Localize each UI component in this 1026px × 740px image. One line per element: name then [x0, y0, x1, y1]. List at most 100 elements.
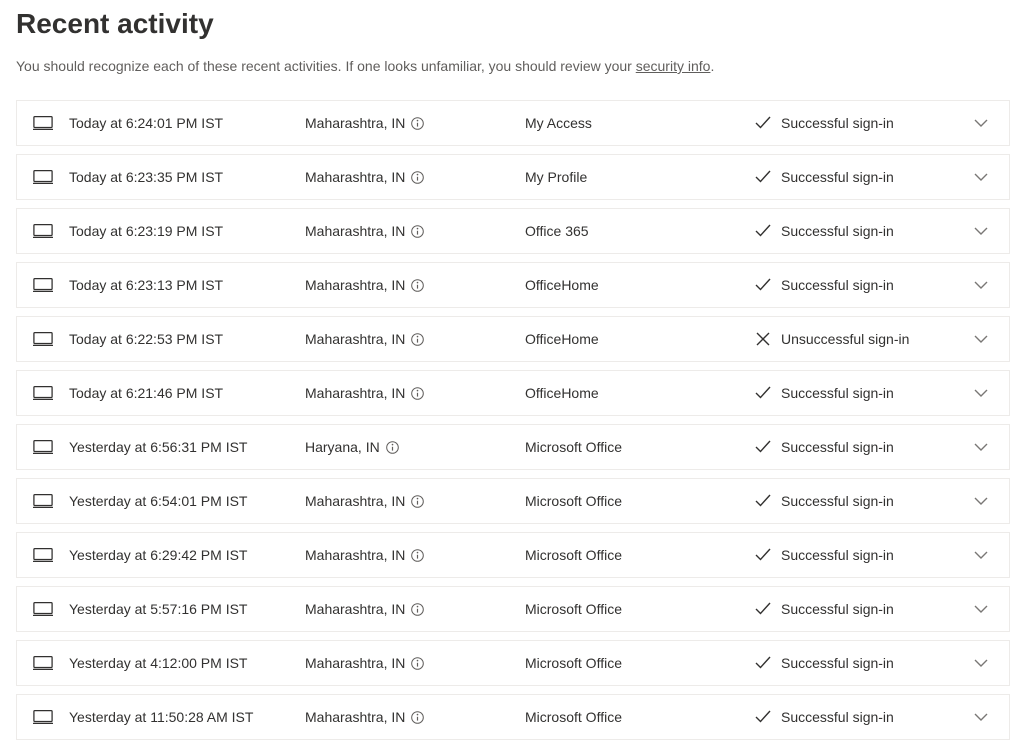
device-column: [33, 277, 69, 293]
activity-row[interactable]: Today at 6:24:01 PM ISTMaharashtra, INMy…: [16, 100, 1010, 146]
expand-toggle[interactable]: [969, 170, 993, 184]
activity-status: Successful sign-in: [755, 277, 969, 293]
activity-time: Yesterday at 11:50:28 AM IST: [69, 709, 305, 725]
activity-row[interactable]: Today at 6:21:46 PM ISTMaharashtra, INOf…: [16, 370, 1010, 416]
status-text: Successful sign-in: [781, 439, 894, 455]
activity-status: Successful sign-in: [755, 655, 969, 671]
status-text: Successful sign-in: [781, 601, 894, 617]
expand-toggle[interactable]: [969, 278, 993, 292]
activity-location: Maharashtra, IN: [305, 385, 525, 401]
info-icon[interactable]: [411, 603, 424, 616]
checkmark-icon: [755, 223, 771, 239]
chevron-down-icon: [974, 548, 988, 562]
device-column: [33, 385, 69, 401]
checkmark-icon: [755, 115, 771, 131]
activity-row[interactable]: Yesterday at 11:50:28 AM ISTMaharashtra,…: [16, 694, 1010, 740]
chevron-down-icon: [974, 710, 988, 724]
activity-status: Successful sign-in: [755, 223, 969, 239]
desktop-icon: [33, 655, 53, 671]
desktop-icon: [33, 439, 53, 455]
info-icon[interactable]: [411, 387, 424, 400]
activity-time: Today at 6:22:53 PM IST: [69, 331, 305, 347]
info-icon[interactable]: [411, 117, 424, 130]
expand-toggle[interactable]: [969, 332, 993, 346]
activity-app: Microsoft Office: [525, 601, 755, 617]
activity-row[interactable]: Today at 6:23:13 PM ISTMaharashtra, INOf…: [16, 262, 1010, 308]
status-text: Unsuccessful sign-in: [781, 331, 909, 347]
activity-time: Yesterday at 5:57:16 PM IST: [69, 601, 305, 617]
activity-row[interactable]: Yesterday at 4:12:00 PM ISTMaharashtra, …: [16, 640, 1010, 686]
expand-toggle[interactable]: [969, 494, 993, 508]
info-icon[interactable]: [411, 333, 424, 346]
status-text: Successful sign-in: [781, 169, 894, 185]
checkmark-icon: [755, 493, 771, 509]
activity-row[interactable]: Yesterday at 5:57:16 PM ISTMaharashtra, …: [16, 586, 1010, 632]
activity-app: OfficeHome: [525, 277, 755, 293]
desktop-icon: [33, 115, 53, 131]
expand-toggle[interactable]: [969, 548, 993, 562]
activity-row[interactable]: Yesterday at 6:29:42 PM ISTMaharashtra, …: [16, 532, 1010, 578]
desktop-icon: [33, 493, 53, 509]
activity-status: Successful sign-in: [755, 709, 969, 725]
info-icon[interactable]: [411, 279, 424, 292]
device-column: [33, 115, 69, 131]
info-icon[interactable]: [411, 711, 424, 724]
checkmark-icon: [755, 277, 771, 293]
location-text: Maharashtra, IN: [305, 385, 405, 401]
cross-icon: [755, 331, 771, 347]
desktop-icon: [33, 601, 53, 617]
expand-toggle[interactable]: [969, 386, 993, 400]
activity-app: Microsoft Office: [525, 709, 755, 725]
activity-location: Maharashtra, IN: [305, 655, 525, 671]
activity-time: Today at 6:23:13 PM IST: [69, 277, 305, 293]
location-text: Haryana, IN: [305, 439, 380, 455]
activity-location: Maharashtra, IN: [305, 493, 525, 509]
device-column: [33, 709, 69, 725]
info-icon[interactable]: [411, 171, 424, 184]
activity-app: My Access: [525, 115, 755, 131]
chevron-down-icon: [974, 170, 988, 184]
activity-location: Maharashtra, IN: [305, 115, 525, 131]
expand-toggle[interactable]: [969, 710, 993, 724]
location-text: Maharashtra, IN: [305, 331, 405, 347]
expand-toggle[interactable]: [969, 116, 993, 130]
expand-toggle[interactable]: [969, 656, 993, 670]
location-text: Maharashtra, IN: [305, 493, 405, 509]
device-column: [33, 655, 69, 671]
device-column: [33, 223, 69, 239]
activity-row[interactable]: Yesterday at 6:56:31 PM ISTHaryana, INMi…: [16, 424, 1010, 470]
expand-toggle[interactable]: [969, 224, 993, 238]
security-info-link[interactable]: security info: [636, 58, 711, 74]
expand-toggle[interactable]: [969, 440, 993, 454]
status-text: Successful sign-in: [781, 493, 894, 509]
desktop-icon: [33, 709, 53, 725]
status-text: Successful sign-in: [781, 277, 894, 293]
info-icon[interactable]: [411, 549, 424, 562]
status-text: Successful sign-in: [781, 547, 894, 563]
activity-row[interactable]: Yesterday at 6:54:01 PM ISTMaharashtra, …: [16, 478, 1010, 524]
activity-app: Office 365: [525, 223, 755, 239]
activity-status: Successful sign-in: [755, 547, 969, 563]
info-icon[interactable]: [411, 657, 424, 670]
description-suffix: .: [710, 58, 714, 74]
desktop-icon: [33, 169, 53, 185]
chevron-down-icon: [974, 116, 988, 130]
activity-time: Yesterday at 6:29:42 PM IST: [69, 547, 305, 563]
location-text: Maharashtra, IN: [305, 601, 405, 617]
activity-row[interactable]: Today at 6:23:19 PM ISTMaharashtra, INOf…: [16, 208, 1010, 254]
activity-location: Maharashtra, IN: [305, 709, 525, 725]
activity-time: Yesterday at 6:54:01 PM IST: [69, 493, 305, 509]
checkmark-icon: [755, 439, 771, 455]
status-text: Successful sign-in: [781, 709, 894, 725]
activity-row[interactable]: Today at 6:23:35 PM ISTMaharashtra, INMy…: [16, 154, 1010, 200]
info-icon[interactable]: [386, 441, 399, 454]
expand-toggle[interactable]: [969, 602, 993, 616]
checkmark-icon: [755, 385, 771, 401]
info-icon[interactable]: [411, 225, 424, 238]
activity-time: Today at 6:23:35 PM IST: [69, 169, 305, 185]
chevron-down-icon: [974, 224, 988, 238]
status-text: Successful sign-in: [781, 655, 894, 671]
activity-row[interactable]: Today at 6:22:53 PM ISTMaharashtra, INOf…: [16, 316, 1010, 362]
activity-status: Successful sign-in: [755, 493, 969, 509]
info-icon[interactable]: [411, 495, 424, 508]
